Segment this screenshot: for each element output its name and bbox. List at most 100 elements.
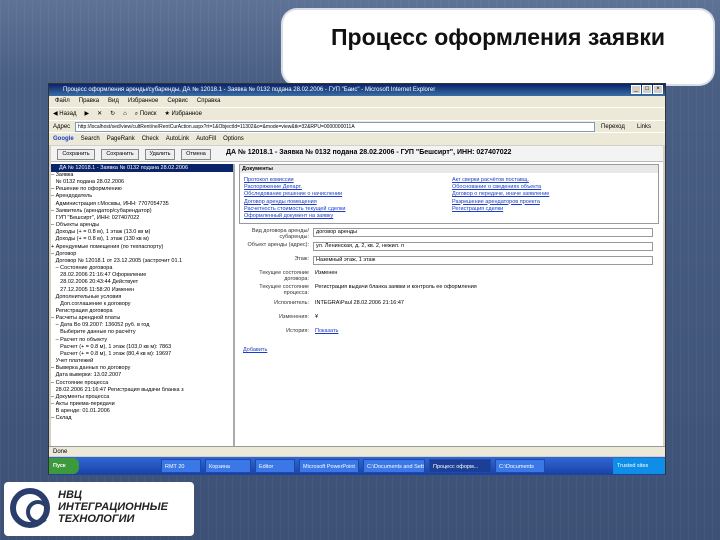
- menu-help[interactable]: Справка: [197, 96, 221, 107]
- form-value: INTEGRA\Paul 28.02.2006 21:16:47: [315, 300, 404, 306]
- tree-node[interactable]: Договор № 12018.1 от 23.12.2005 (застроч…: [51, 258, 233, 265]
- address-bar: Адрес http://localhost/sed/view/cultRent…: [49, 120, 665, 132]
- close-icon[interactable]: ×: [653, 85, 663, 94]
- minimize-icon[interactable]: _: [631, 85, 641, 94]
- tree-node[interactable]: В аренде: 01.01.2006: [51, 408, 233, 415]
- menu-file[interactable]: Файл: [55, 96, 70, 107]
- documents-panel: Документы Протокол комиссии Распоряжение …: [239, 164, 659, 224]
- task-item[interactable]: Microsoft PowerPoint: [299, 459, 359, 473]
- history-link[interactable]: Показать: [313, 328, 653, 337]
- tree-node[interactable]: ГУП "Бешсирт", ИНН: 027407022: [51, 215, 233, 222]
- tree-node[interactable]: Расчет (+ = 0.8 м), 1 этаж (80,4 кв м): …: [51, 351, 233, 358]
- document-link[interactable]: Разрешение арендаторов проекта: [452, 199, 549, 206]
- tree-node[interactable]: Администрация г.Москвы, ИНН: 7707054735: [51, 201, 233, 208]
- save-close-button[interactable]: Сохранить: [101, 149, 139, 160]
- tree-node[interactable]: – Договор: [51, 251, 233, 258]
- options-button[interactable]: Options: [223, 133, 244, 145]
- menu-tools[interactable]: Сервис: [167, 96, 188, 107]
- form-label: Объект аренды (адрес):: [247, 242, 310, 248]
- maximize-icon[interactable]: □: [642, 85, 652, 94]
- google-search-button[interactable]: Search: [81, 133, 100, 145]
- document-link[interactable]: Протокол комиссии: [244, 177, 345, 184]
- tree-node[interactable]: – Решение по оформлению: [51, 186, 233, 193]
- tree-node[interactable]: Доходы (+ = 0.8 м), 1 этаж (13.0 кв м): [51, 229, 233, 236]
- document-link[interactable]: Регистрация сделки: [452, 206, 549, 213]
- tree-node[interactable]: Учет платежей: [51, 358, 233, 365]
- document-link[interactable]: Акт сверки расчётов поставщ.: [452, 177, 549, 184]
- task-item-active[interactable]: Процесс оформ...: [429, 459, 491, 473]
- cancel-button[interactable]: Отмена: [181, 149, 211, 160]
- menu-favorites[interactable]: Избранное: [128, 96, 158, 107]
- search-button[interactable]: ⌕ Поиск: [135, 108, 157, 120]
- task-item[interactable]: Корзина: [205, 459, 251, 473]
- task-item[interactable]: Editor: [255, 459, 295, 473]
- tree-node[interactable]: – Заявка: [51, 172, 233, 179]
- refresh-icon[interactable]: ↻: [110, 108, 115, 120]
- document-link[interactable]: Оформленный документ на заявку: [244, 213, 345, 220]
- tree-node[interactable]: – Дата Во 09.2007: 136052 руб. в год: [51, 322, 233, 329]
- tree-node[interactable]: – Состояние процесса: [51, 380, 233, 387]
- form-label: Исполнитель:: [274, 300, 309, 306]
- forward-icon[interactable]: ▶: [84, 108, 89, 120]
- tree-node[interactable]: Расчет (+ = 0.8 м), 1 этаж (103,0 кв м):…: [51, 344, 233, 351]
- tree-node[interactable]: – Состояние договора: [51, 265, 233, 272]
- tree-node[interactable]: Регистрация договора: [51, 308, 233, 315]
- delete-button[interactable]: Удалить: [145, 149, 175, 160]
- form-row: Текущее состояние процесса: Регистрация в…: [239, 284, 659, 296]
- autofill-button[interactable]: AutoFill: [196, 133, 216, 145]
- start-button[interactable]: Пуск: [49, 458, 79, 474]
- tree-node[interactable]: – Объекты аренды: [51, 222, 233, 229]
- stop-icon[interactable]: ✕: [97, 108, 102, 120]
- menu-view[interactable]: Вид: [108, 96, 119, 107]
- tree-node[interactable]: № 0132 подана 28.02.2006: [51, 179, 233, 186]
- home-icon[interactable]: ⌂: [123, 108, 127, 120]
- menu-edit[interactable]: Правка: [79, 96, 99, 107]
- tree-node[interactable]: – Документы процесса: [51, 394, 233, 401]
- window-titlebar: Процесс оформления аренды/субаренды, ДА …: [49, 84, 665, 96]
- tree-node[interactable]: 28.02.2006 20:43:44 Действует: [51, 279, 233, 286]
- tree-node[interactable]: Дата выверки: 13.02.2007: [51, 372, 233, 379]
- tree-node[interactable]: 28.02.2006 21:16:47 Регистрация выдачи б…: [51, 387, 233, 394]
- task-item[interactable]: RMT 20: [161, 459, 201, 473]
- back-button[interactable]: ◀ Назад: [53, 108, 76, 120]
- check-button[interactable]: Check: [142, 133, 159, 145]
- tree-node[interactable]: + Арендуемые помещения (по техпаспорту): [51, 244, 233, 251]
- tree-node[interactable]: Выберите данные по расчёту: [51, 329, 233, 336]
- tree-node[interactable]: Доп.соглашение к договору: [51, 301, 233, 308]
- favorites-button[interactable]: ★ Избранное: [164, 108, 201, 120]
- main-panel: Документы Протокол комиссии Распоряжение …: [239, 164, 663, 446]
- task-item[interactable]: C:\Documents: [495, 459, 545, 473]
- tree-node[interactable]: 27.12.2005 11:58:20 Изменен: [51, 287, 233, 294]
- tree-header: ДА № 12018.1 - Заявка № 0132 подана 28.0…: [51, 164, 233, 172]
- document-link[interactable]: Обследование решение о начислении: [244, 191, 345, 198]
- tree-node[interactable]: – Выверка данных по договору: [51, 365, 233, 372]
- address-input[interactable]: http://localhost/sed/view/cultRent/ne/Re…: [75, 122, 595, 132]
- tree-node[interactable]: – Расчеты арендной платы: [51, 315, 233, 322]
- document-link[interactable]: Договор аренды помещения: [244, 199, 345, 206]
- document-link[interactable]: Договор о передаче, иначе заявление: [452, 191, 549, 198]
- document-link[interactable]: Распоряжение Департ.: [244, 184, 345, 191]
- form-label: Текущее состояние процесса:: [259, 284, 309, 296]
- form-row: Этаж: Наземный этаж, 1 этаж: [239, 256, 659, 266]
- autolink-button[interactable]: AutoLink: [166, 133, 189, 145]
- form-select[interactable]: Наземный этаж, 1 этаж: [313, 256, 653, 265]
- tree-node[interactable]: Дополнительные условия: [51, 294, 233, 301]
- tree-node[interactable]: – Арендодатель: [51, 193, 233, 200]
- tree-node[interactable]: Доходы (+ = 0.8 м), 1 этаж (130 кв м): [51, 236, 233, 243]
- tree-node[interactable]: – Расчет по объекту: [51, 337, 233, 344]
- app-toolbar: Сохранить Сохранить Удалить Отмена ДА № …: [51, 146, 663, 162]
- task-item[interactable]: C:\Documents and Settings: [363, 459, 425, 473]
- slide-title-box: Процесс оформления заявки: [283, 10, 713, 84]
- tree-node[interactable]: – Склад: [51, 415, 233, 422]
- form-select[interactable]: ул. Ленинская, д. 2, кв. 2, нежил. п: [313, 242, 653, 251]
- documents-header: Документы: [240, 165, 658, 173]
- save-button[interactable]: Сохранить: [57, 149, 95, 160]
- document-link[interactable]: Обоснование о сведениях объекта: [452, 184, 549, 191]
- tree-node[interactable]: – Заявитель (арендатор/субарендатор): [51, 208, 233, 215]
- tree-node[interactable]: 28.02.2006 21:16:47 Оформление: [51, 272, 233, 279]
- tree-node[interactable]: – Акты приема-передачи: [51, 401, 233, 408]
- add-link[interactable]: Добавить: [243, 347, 267, 353]
- document-link[interactable]: Расчетность стоимость текущей сделки: [244, 206, 345, 213]
- form-select[interactable]: договор аренды: [313, 228, 653, 237]
- form-row: Текущее состояние договора: Изменен: [239, 270, 659, 282]
